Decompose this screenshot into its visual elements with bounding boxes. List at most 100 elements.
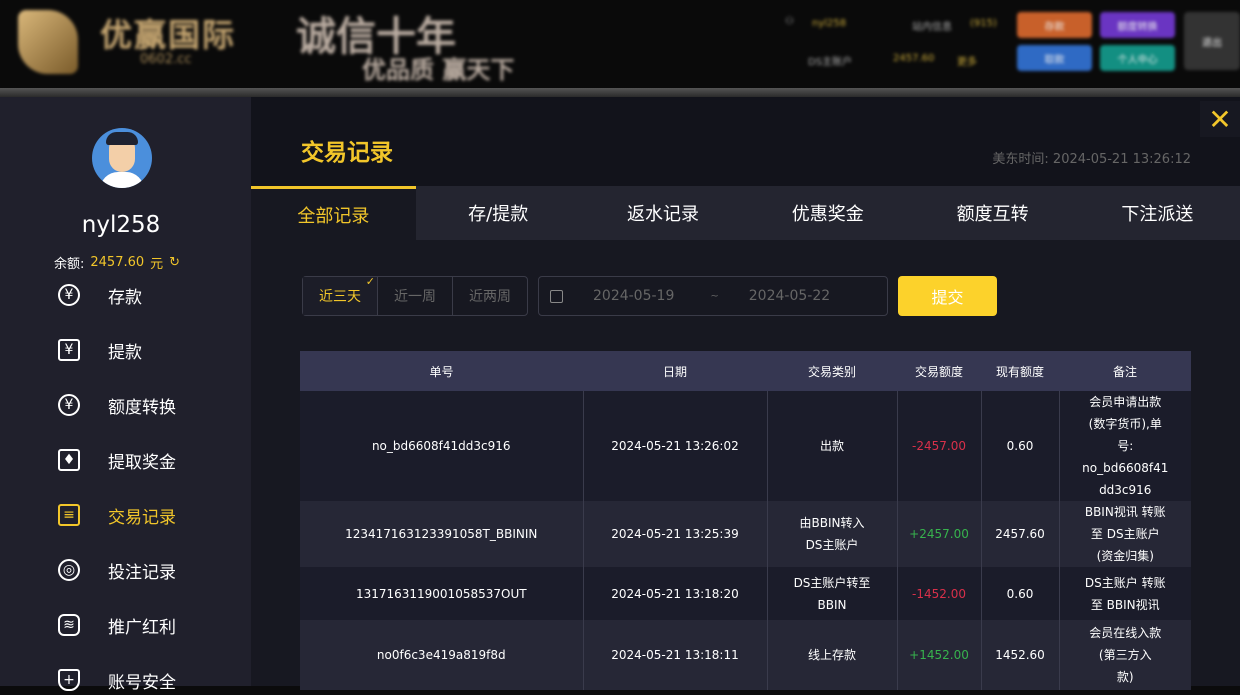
sidebar-item-security[interactable]: + 账号安全 [58,665,176,695]
user-icon: ⚇ [785,16,794,27]
tab-promotions[interactable]: 优惠奖金 [745,186,910,240]
balance-amount: 2457.60 [90,255,145,270]
line: 会员申请出款 [1089,395,1162,409]
date-range-presets: 近三天 近一周 近两周 [302,275,528,316]
tab-all[interactable]: 全部记录 [251,186,416,240]
cell-amount: -2457.00 [897,391,982,501]
slogan-sub: 优品质 赢天下 [362,55,515,84]
end-date[interactable]: 2024-05-22 [749,288,830,304]
col-header-id: 单号 [300,351,583,391]
balance-label: 余额: [54,257,85,272]
close-icon[interactable]: ✕ [1200,101,1240,137]
cell-id: no_bd6608f41dd3c916 [300,391,584,501]
line: BBIN视讯 转账 [1084,505,1166,519]
shield-icon: + [58,669,80,691]
sidebar-item-label: 额度转换 [108,397,176,418]
range-1-week[interactable]: 近一周 [378,277,453,315]
header-profile-button[interactable]: 个人中心 [1100,45,1175,71]
sidebar-item-label: 提取奖金 [108,452,176,473]
line: DS主账户转至 [793,575,871,590]
start-date[interactable]: 2024-05-19 [593,288,674,304]
sidebar-item-deposit[interactable]: ¥ 存款 [58,280,142,310]
bet-icon: ◎ [58,559,80,581]
table-row: no0f6c3e419a819f8d 2024-05-21 13:18:11 线… [300,620,1191,690]
site-header: 优赢国际 0602.cc 诚信十年 优品质 赢天下 ⚇ nyl258 站内信息 … [0,0,1240,88]
header-deposit-button[interactable]: 存款 [1017,12,1092,38]
calendar-icon: ≡ [58,504,80,526]
col-header-date: 日期 [583,351,767,391]
sidebar-item-label: 存款 [108,287,142,308]
logout-button[interactable]: 退出 [1184,12,1240,70]
line: 出款 [819,439,844,453]
header-withdraw-button[interactable]: 取款 [1017,45,1092,71]
cell-date: 2024-05-21 13:18:11 [583,620,768,690]
sidebar: nyl258 余额: 2457.60 元 ↻ ¥ 存款 ¥ 提款 ¥ 额度转换 ♦ 提取… [0,97,251,693]
sidebar-item-referral[interactable]: ≋ 推广红利 [58,610,176,640]
cell-balance: 2457.60 [981,501,1060,567]
panel-header: 交易记录 美东时间: 2024-05-21 13:26:12 [251,97,1240,186]
balance-currency: 元 [150,257,164,272]
cell-balance: 0.60 [981,391,1060,501]
line: (资金归集) [1096,549,1154,563]
table-row: no_bd6608f41dd3c916 2024-05-21 13:26:02 … [300,391,1191,501]
line: 线上存款 [807,648,856,662]
username: nyl258 [81,212,161,238]
line: BBIN [817,597,847,612]
range-3-days[interactable]: 近三天 [303,275,378,315]
line: 由BBIN转入 [799,516,865,530]
sidebar-item-withdraw[interactable]: ¥ 提款 [58,335,142,365]
cell-remark: 会员申请出款 (数字货币),单 号: no_bd6608f41 dd3c916 [1059,391,1191,501]
brand-domain: 0602.cc [140,52,192,67]
transaction-panel: 交易记录 美东时间: 2024-05-21 13:26:12 ✕ 全部记录 存/… [251,97,1240,690]
line: 会员在线入款 [1089,626,1162,640]
nav-strip [0,88,1240,97]
line: 至 DS主账户 [1090,527,1160,541]
cell-balance: 1452.60 [981,620,1060,690]
cell-amount: +2457.00 [897,501,982,567]
tab-transfers[interactable]: 额度互转 [910,186,1075,240]
tab-rebate[interactable]: 返水记录 [581,186,746,240]
account-balance: 2457.60 [893,53,935,64]
header-transfer-button[interactable]: 额度转换 [1100,12,1175,38]
sidebar-item-label: 提款 [108,342,142,363]
col-header-remark: 备注 [1059,351,1191,391]
cell-amount: -1452.00 [897,567,982,620]
cell-date: 2024-05-21 13:18:20 [583,567,768,620]
eastern-time: 美东时间: 2024-05-21 13:26:12 [992,152,1191,167]
submit-button[interactable]: 提交 [898,276,997,316]
line: (第三方入 [1098,648,1152,662]
cell-balance: 0.60 [981,567,1060,620]
sidebar-item-bonus[interactable]: ♦ 提取奖金 [58,445,176,475]
tab-bet-payout[interactable]: 下注派送 [1075,186,1240,240]
page-title: 交易记录 [301,140,393,166]
cell-id: 123417163123391058T_BBININ [300,501,584,567]
date-range-picker[interactable]: 2024-05-19 ~ 2024-05-22 [538,276,888,316]
sidebar-item-label: 推广红利 [108,617,176,638]
line: 至 BBIN视讯 [1090,597,1160,612]
ticket-icon: ¥ [58,339,80,361]
tab-deposit-withdraw[interactable]: 存/提款 [416,186,581,240]
cell-amount: +1452.00 [897,620,982,690]
coins-icon: ≋ [58,614,80,636]
more-link[interactable]: 更多 [957,53,977,68]
message-count: (915) [970,18,997,29]
col-header-balance: 现有额度 [981,351,1059,391]
date-separator: ~ [710,290,719,302]
cell-remark: 会员在线入款 (第三方入款) [1059,620,1191,690]
line: (数字货币),单 [1088,417,1162,431]
sidebar-item-transfer[interactable]: ¥ 额度转换 [58,390,176,420]
refresh-icon[interactable]: ↻ [169,255,180,270]
range-2-weeks[interactable]: 近两周 [453,277,527,315]
sidebar-item-bets[interactable]: ◎ 投注记录 [58,555,176,585]
cell-type: 由BBIN转入 DS主账户 [767,501,898,567]
messages-link[interactable]: 站内信息 [912,18,952,33]
calendar-icon [550,289,563,303]
account-label: DS主账户 [808,57,853,68]
header-username[interactable]: nyl258 [812,18,846,29]
cell-type: 线上存款 [767,620,898,690]
sidebar-item-label: 投注记录 [108,562,176,583]
sidebar-item-transactions[interactable]: ≡ 交易记录 [58,500,176,530]
gift-icon: ♦ [58,449,80,471]
tab-bar: 全部记录 存/提款 返水记录 优惠奖金 额度互转 下注派送 [251,186,1240,240]
line: 款) [1116,670,1134,684]
